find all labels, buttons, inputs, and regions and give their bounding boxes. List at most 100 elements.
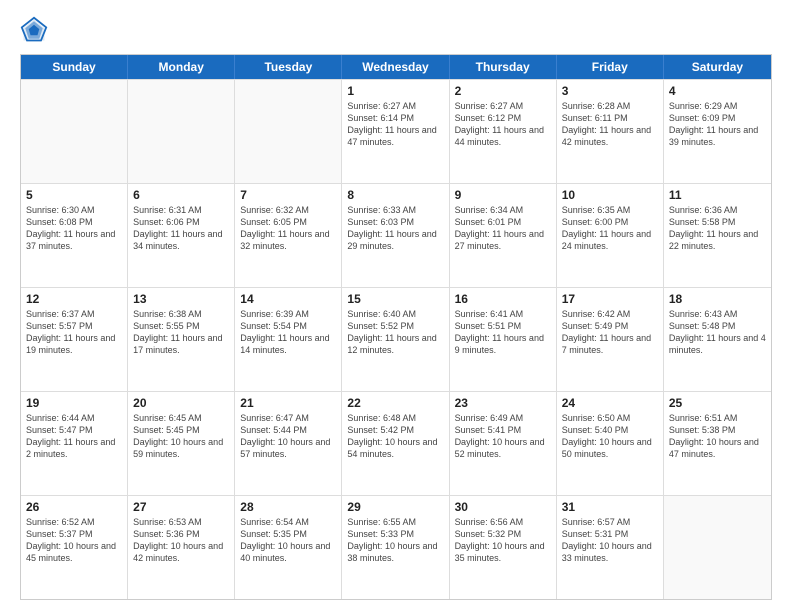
cal-cell: 3 Sunrise: 6:28 AM Sunset: 6:11 PM Daylig… xyxy=(557,80,664,183)
page: SundayMondayTuesdayWednesdayThursdayFrid… xyxy=(0,0,792,612)
day-number: 13 xyxy=(133,292,229,306)
cal-cell: 2Sunrise: 6:27 AM Sunset: 6:12 PM Daylig… xyxy=(450,80,557,183)
day-info: Sunrise: 6:42 AM Sunset: 5:49 PM Dayligh… xyxy=(562,308,658,357)
day-info: Sunrise: 6:44 AM Sunset: 5:47 PM Dayligh… xyxy=(26,412,122,461)
day-number: 20 xyxy=(133,396,229,410)
day-number: 17 xyxy=(562,292,658,306)
week-row-3: 19 Sunrise: 6:44 AM Sunset: 5:47 PM Dayli… xyxy=(21,391,771,495)
day-info: Sunrise: 6:29 AM Sunset: 6:09 PM Dayligh… xyxy=(669,100,766,149)
cal-cell: 17 Sunrise: 6:42 AM Sunset: 5:49 PM Dayli… xyxy=(557,288,664,391)
day-info: Sunrise: 6:55 AM Sunset: 5:33 PM Dayligh… xyxy=(347,516,443,565)
day-number: 5 xyxy=(26,188,122,202)
day-number: 30 xyxy=(455,500,551,514)
day-info: Sunrise: 6:39 AM Sunset: 5:54 PM Dayligh… xyxy=(240,308,336,357)
cal-cell: 23 Sunrise: 6:49 AM Sunset: 5:41 PM Dayli… xyxy=(450,392,557,495)
cal-cell xyxy=(128,80,235,183)
cal-cell: 8Sunrise: 6:33 AM Sunset: 6:03 PM Daylig… xyxy=(342,184,449,287)
cal-cell: 5Sunrise: 6:30 AM Sunset: 6:08 PM Daylig… xyxy=(21,184,128,287)
cal-cell: 7 Sunrise: 6:32 AM Sunset: 6:05 PM Daylig… xyxy=(235,184,342,287)
day-header-wednesday: Wednesday xyxy=(342,55,449,79)
day-info: Sunrise: 6:28 AM Sunset: 6:11 PM Dayligh… xyxy=(562,100,658,149)
day-number: 14 xyxy=(240,292,336,306)
week-row-4: 26Sunrise: 6:52 AM Sunset: 5:37 PM Dayli… xyxy=(21,495,771,599)
day-number: 2 xyxy=(455,84,551,98)
week-row-2: 12 Sunrise: 6:37 AM Sunset: 5:57 PM Dayli… xyxy=(21,287,771,391)
week-row-0: 1 Sunrise: 6:27 AM Sunset: 6:14 PM Daylig… xyxy=(21,79,771,183)
cal-cell xyxy=(235,80,342,183)
day-number: 21 xyxy=(240,396,336,410)
cal-cell: 14 Sunrise: 6:39 AM Sunset: 5:54 PM Dayli… xyxy=(235,288,342,391)
day-info: Sunrise: 6:33 AM Sunset: 6:03 PM Dayligh… xyxy=(347,204,443,253)
calendar: SundayMondayTuesdayWednesdayThursdayFrid… xyxy=(20,54,772,600)
day-info: Sunrise: 6:34 AM Sunset: 6:01 PM Dayligh… xyxy=(455,204,551,253)
day-header-thursday: Thursday xyxy=(450,55,557,79)
day-info: Sunrise: 6:53 AM Sunset: 5:36 PM Dayligh… xyxy=(133,516,229,565)
day-number: 31 xyxy=(562,500,658,514)
cal-cell: 6 Sunrise: 6:31 AM Sunset: 6:06 PM Daylig… xyxy=(128,184,235,287)
day-number: 4 xyxy=(669,84,766,98)
cal-cell: 26Sunrise: 6:52 AM Sunset: 5:37 PM Dayli… xyxy=(21,496,128,599)
cal-cell: 12 Sunrise: 6:37 AM Sunset: 5:57 PM Dayli… xyxy=(21,288,128,391)
day-number: 9 xyxy=(455,188,551,202)
day-number: 11 xyxy=(669,188,766,202)
day-info: Sunrise: 6:31 AM Sunset: 6:06 PM Dayligh… xyxy=(133,204,229,253)
logo xyxy=(20,16,52,44)
cal-cell xyxy=(21,80,128,183)
week-row-1: 5Sunrise: 6:30 AM Sunset: 6:08 PM Daylig… xyxy=(21,183,771,287)
cal-cell: 18Sunrise: 6:43 AM Sunset: 5:48 PM Dayli… xyxy=(664,288,771,391)
day-info: Sunrise: 6:37 AM Sunset: 5:57 PM Dayligh… xyxy=(26,308,122,357)
day-number: 12 xyxy=(26,292,122,306)
day-info: Sunrise: 6:32 AM Sunset: 6:05 PM Dayligh… xyxy=(240,204,336,253)
cal-cell: 19 Sunrise: 6:44 AM Sunset: 5:47 PM Dayli… xyxy=(21,392,128,495)
day-number: 19 xyxy=(26,396,122,410)
day-number: 15 xyxy=(347,292,443,306)
day-header-friday: Friday xyxy=(557,55,664,79)
day-info: Sunrise: 6:48 AM Sunset: 5:42 PM Dayligh… xyxy=(347,412,443,461)
cal-cell: 16 Sunrise: 6:41 AM Sunset: 5:51 PM Dayli… xyxy=(450,288,557,391)
cal-cell: 11Sunrise: 6:36 AM Sunset: 5:58 PM Dayli… xyxy=(664,184,771,287)
day-number: 27 xyxy=(133,500,229,514)
day-number: 1 xyxy=(347,84,443,98)
cal-cell: 15 Sunrise: 6:40 AM Sunset: 5:52 PM Dayli… xyxy=(342,288,449,391)
day-number: 25 xyxy=(669,396,766,410)
cal-cell: 25 Sunrise: 6:51 AM Sunset: 5:38 PM Dayli… xyxy=(664,392,771,495)
day-info: Sunrise: 6:51 AM Sunset: 5:38 PM Dayligh… xyxy=(669,412,766,461)
cal-cell: 9 Sunrise: 6:34 AM Sunset: 6:01 PM Daylig… xyxy=(450,184,557,287)
cal-cell: 22Sunrise: 6:48 AM Sunset: 5:42 PM Dayli… xyxy=(342,392,449,495)
day-info: Sunrise: 6:45 AM Sunset: 5:45 PM Dayligh… xyxy=(133,412,229,461)
cal-cell: 13 Sunrise: 6:38 AM Sunset: 5:55 PM Dayli… xyxy=(128,288,235,391)
day-header-saturday: Saturday xyxy=(664,55,771,79)
cal-cell: 20 Sunrise: 6:45 AM Sunset: 5:45 PM Dayli… xyxy=(128,392,235,495)
day-number: 10 xyxy=(562,188,658,202)
day-number: 18 xyxy=(669,292,766,306)
day-info: Sunrise: 6:50 AM Sunset: 5:40 PM Dayligh… xyxy=(562,412,658,461)
day-info: Sunrise: 6:40 AM Sunset: 5:52 PM Dayligh… xyxy=(347,308,443,357)
cal-cell: 27 Sunrise: 6:53 AM Sunset: 5:36 PM Dayli… xyxy=(128,496,235,599)
day-info: Sunrise: 6:41 AM Sunset: 5:51 PM Dayligh… xyxy=(455,308,551,357)
cal-cell: 4 Sunrise: 6:29 AM Sunset: 6:09 PM Daylig… xyxy=(664,80,771,183)
day-header-tuesday: Tuesday xyxy=(235,55,342,79)
day-number: 6 xyxy=(133,188,229,202)
day-number: 23 xyxy=(455,396,551,410)
day-info: Sunrise: 6:57 AM Sunset: 5:31 PM Dayligh… xyxy=(562,516,658,565)
day-info: Sunrise: 6:52 AM Sunset: 5:37 PM Dayligh… xyxy=(26,516,122,565)
day-info: Sunrise: 6:54 AM Sunset: 5:35 PM Dayligh… xyxy=(240,516,336,565)
day-number: 7 xyxy=(240,188,336,202)
day-info: Sunrise: 6:56 AM Sunset: 5:32 PM Dayligh… xyxy=(455,516,551,565)
day-info: Sunrise: 6:49 AM Sunset: 5:41 PM Dayligh… xyxy=(455,412,551,461)
day-header-sunday: Sunday xyxy=(21,55,128,79)
header xyxy=(20,16,772,44)
cal-cell: 28 Sunrise: 6:54 AM Sunset: 5:35 PM Dayli… xyxy=(235,496,342,599)
cal-cell: 31 Sunrise: 6:57 AM Sunset: 5:31 PM Dayli… xyxy=(557,496,664,599)
day-number: 3 xyxy=(562,84,658,98)
day-number: 28 xyxy=(240,500,336,514)
calendar-body: 1 Sunrise: 6:27 AM Sunset: 6:14 PM Daylig… xyxy=(21,79,771,599)
day-number: 16 xyxy=(455,292,551,306)
cal-cell: 10 Sunrise: 6:35 AM Sunset: 6:00 PM Dayli… xyxy=(557,184,664,287)
day-number: 29 xyxy=(347,500,443,514)
day-info: Sunrise: 6:38 AM Sunset: 5:55 PM Dayligh… xyxy=(133,308,229,357)
cal-cell xyxy=(664,496,771,599)
day-header-monday: Monday xyxy=(128,55,235,79)
day-info: Sunrise: 6:27 AM Sunset: 6:14 PM Dayligh… xyxy=(347,100,443,149)
day-info: Sunrise: 6:35 AM Sunset: 6:00 PM Dayligh… xyxy=(562,204,658,253)
